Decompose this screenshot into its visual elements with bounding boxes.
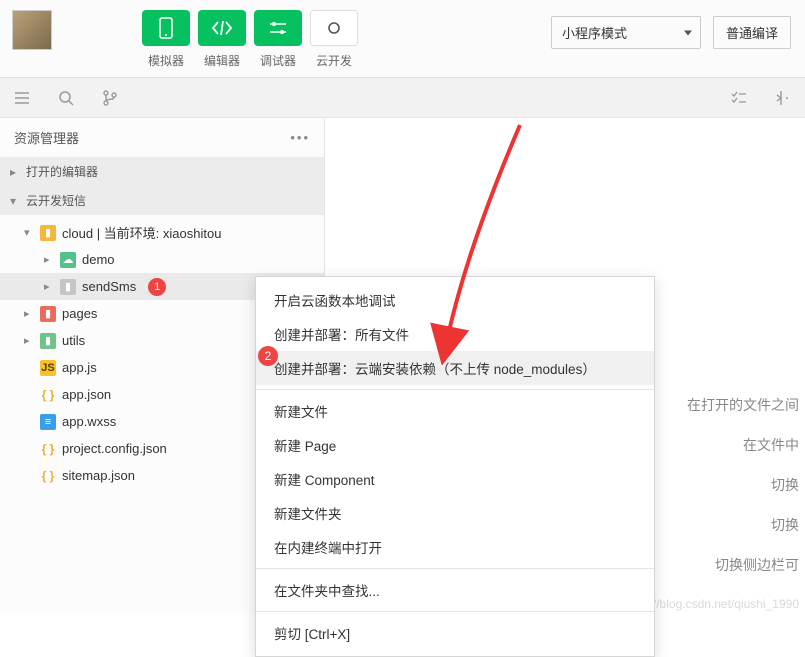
ctx-label: 新建 Component [274, 469, 375, 489]
compile-button-label: 普通编译 [726, 26, 778, 41]
menu-separator [256, 389, 654, 390]
ctx-open-terminal[interactable]: 在内建终端中打开 [256, 530, 654, 564]
search-icon[interactable] [54, 86, 78, 110]
section-label: 打开的编辑器 [26, 163, 98, 180]
bg-hint: 在打开的文件之间 [687, 395, 799, 415]
tree-label: pages [62, 306, 97, 321]
ctx-label: 新建文件 [274, 401, 328, 421]
tree-node-cloud[interactable]: ▮ cloud | 当前环境: xiaoshitou [0, 219, 324, 246]
tab-label: 模拟器 [148, 52, 184, 69]
json-file-icon [40, 441, 56, 457]
ctx-enable-local-debug[interactable]: 开启云函数本地调试 [256, 283, 654, 317]
cloud-loop-icon [323, 20, 345, 36]
cloud-folder-icon: ☁ [60, 252, 76, 268]
wxss-file-icon: ≡ [40, 414, 56, 430]
tab-label: 编辑器 [204, 52, 240, 69]
mode-select-value: 小程序模式 [562, 26, 627, 41]
bg-hint: 切换侧边栏可 [715, 555, 799, 575]
tree-node-demo[interactable]: ☁ demo [0, 246, 324, 273]
ctx-label: 创建并部署：所有文件 [274, 324, 409, 344]
explorer-header: 资源管理器 ••• [0, 118, 324, 157]
ctx-new-page[interactable]: 新建 Page [256, 428, 654, 462]
ctx-new-file[interactable]: 新建文件 [256, 394, 654, 428]
avatar[interactable] [12, 10, 52, 50]
tab-debugger[interactable]: 调试器 [254, 10, 302, 69]
list-icon[interactable] [10, 86, 34, 110]
ctx-find-in-folder[interactable]: 在文件夹中查找... [256, 573, 654, 607]
compile-button[interactable]: 普通编译 [713, 16, 791, 49]
tab-editor[interactable]: 编辑器 [198, 10, 246, 69]
menu-separator [256, 611, 654, 612]
ctx-new-component[interactable]: 新建 Component [256, 462, 654, 496]
section-label: 云开发短信 [26, 192, 86, 209]
annotation-badge-2: 2 [258, 346, 278, 366]
tree-label: project.config.json [62, 441, 167, 456]
phone-icon [159, 17, 173, 39]
ctx-label: 开启云函数本地调试 [274, 290, 396, 310]
section-open-editors[interactable]: 打开的编辑器 [0, 157, 324, 186]
code-icon [211, 20, 233, 36]
explorer-more-icon[interactable]: ••• [290, 130, 310, 145]
js-file-icon: JS [40, 360, 56, 376]
json-file-icon [40, 387, 56, 403]
chevron-closed-icon [24, 307, 34, 320]
top-right-group: 小程序模式 普通编译 [551, 16, 791, 49]
chevron-closed-icon [44, 280, 54, 293]
ctx-label: 在文件夹中查找... [274, 580, 380, 600]
ctx-cut[interactable]: 剪切 [Ctrl+X] [256, 616, 654, 650]
tab-cloud[interactable]: 云开发 [310, 10, 358, 69]
tree-label: app.json [62, 387, 111, 402]
menu-separator [256, 568, 654, 569]
ctx-label: 新建文件夹 [274, 503, 342, 523]
tab-label: 云开发 [316, 52, 352, 69]
sliders-icon [268, 20, 288, 36]
json-file-icon [40, 468, 56, 484]
branch-icon[interactable] [98, 86, 122, 110]
tab-label: 调试器 [260, 52, 296, 69]
bg-hint: 在文件中 [743, 435, 799, 455]
tree-label: utils [62, 333, 85, 348]
chevron-closed-icon [24, 334, 34, 347]
ctx-new-folder[interactable]: 新建文件夹 [256, 496, 654, 530]
bg-hint: 切换 [771, 475, 799, 495]
folder-icon: ▮ [40, 306, 56, 322]
tree-label: app.js [62, 360, 97, 375]
ctx-deploy-all[interactable]: 创建并部署：所有文件 [256, 317, 654, 351]
tab-simulator[interactable]: 模拟器 [142, 10, 190, 69]
tree-label: sendSms [82, 279, 136, 294]
ctx-label: 创建并部署：云端安装依赖（不上传 node_modules） [274, 358, 596, 378]
checklist-icon[interactable] [727, 86, 751, 110]
tree-label: sitemap.json [62, 468, 135, 483]
explorer-title: 资源管理器 [14, 128, 79, 147]
annotation-badge-1: 1 [148, 278, 166, 296]
mode-select[interactable]: 小程序模式 [551, 16, 701, 49]
context-menu: 开启云函数本地调试 创建并部署：所有文件 创建并部署：云端安装依赖（不上传 no… [255, 276, 655, 657]
chevron-open-icon [24, 226, 34, 239]
sidebar-icon-bar [0, 78, 805, 118]
chevron-closed-icon [44, 253, 54, 266]
ctx-label: 剪切 [Ctrl+X] [274, 623, 350, 643]
chevron-closed-icon [10, 165, 20, 179]
folder-icon: ▮ [40, 225, 56, 241]
tree-label: cloud | 当前环境: xiaoshitou [62, 223, 221, 242]
tree-label: app.wxss [62, 414, 116, 429]
ctx-label: 在内建终端中打开 [274, 537, 382, 557]
folder-icon: ▮ [60, 279, 76, 295]
section-project[interactable]: 云开发短信 [0, 186, 324, 215]
folder-icon: ▮ [40, 333, 56, 349]
ctx-deploy-cloud-deps[interactable]: 创建并部署：云端安装依赖（不上传 node_modules） [256, 351, 654, 385]
collapse-icon[interactable] [771, 86, 795, 110]
tree-label: demo [82, 252, 115, 267]
bg-hint: 切换 [771, 515, 799, 535]
chevron-open-icon [10, 194, 20, 208]
ctx-label: 新建 Page [274, 435, 336, 455]
top-toolbar: 模拟器 编辑器 调试器 云开发 小程序模式 普通编译 [0, 0, 805, 78]
